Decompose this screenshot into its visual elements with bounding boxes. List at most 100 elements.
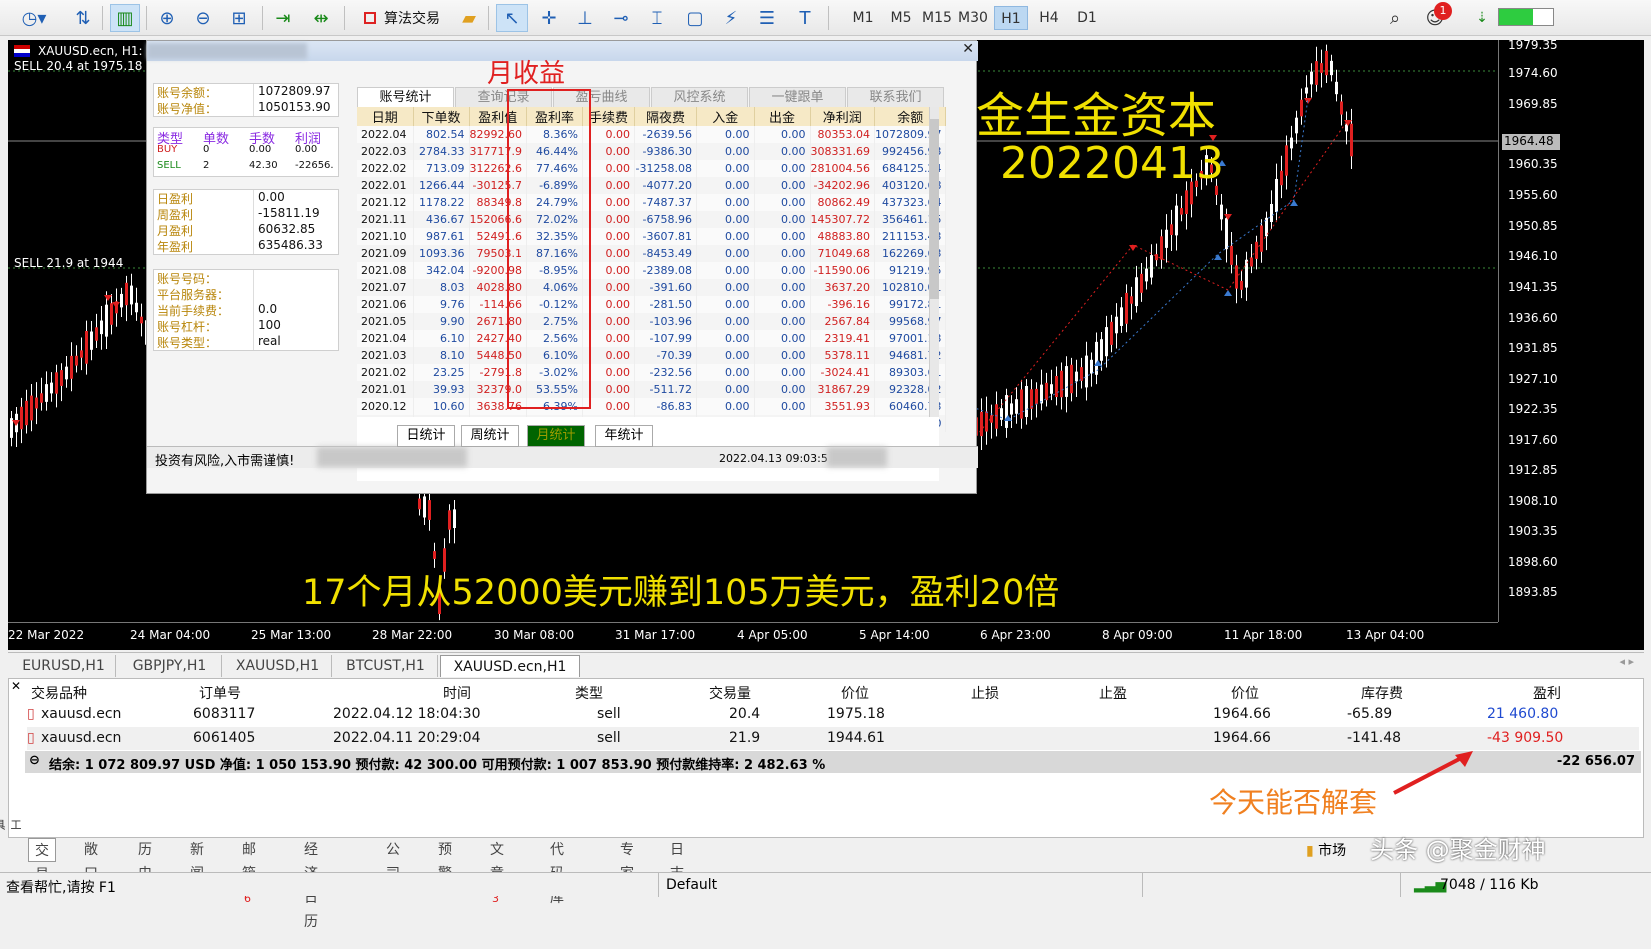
chart-tab[interactable]: XAUUSD,H1 — [224, 655, 332, 677]
bottom-tab[interactable]: 交易 — [28, 838, 56, 883]
candle-body — [423, 496, 426, 518]
candle-body — [1275, 178, 1278, 213]
bottom-tab[interactable]: 经济日历 — [304, 838, 318, 930]
fibo-icon[interactable]: ⚡ — [716, 4, 746, 32]
terminal-col-header[interactable]: 交易品种 — [31, 683, 87, 703]
table-cell: 2021.10 — [357, 228, 414, 245]
bar-chart-icon[interactable]: ▥ — [110, 4, 140, 32]
stat-value: 100 — [258, 318, 281, 332]
stat-button[interactable]: 日统计 — [397, 425, 455, 447]
rectangle-icon[interactable]: ▢ — [680, 4, 710, 32]
signal-icon[interactable]: ⇣ — [1470, 4, 1494, 32]
table-cell: 0.00 — [754, 347, 811, 364]
close-terminal-icon[interactable]: ✕ — [11, 679, 21, 693]
stat-button[interactable]: 年统计 — [595, 425, 653, 447]
table-cell: 308331.69 — [810, 143, 875, 160]
text-box-icon[interactable]: ⌶ — [642, 4, 672, 32]
horizontal-line-icon[interactable]: ⊸ — [606, 4, 636, 32]
candle-body — [80, 350, 83, 358]
candle-body — [428, 500, 431, 520]
timeframe-h1[interactable]: H1 — [994, 6, 1028, 30]
bottom-tab[interactable]: 文章3 — [490, 838, 504, 905]
time-tick: 11 Apr 18:00 — [1224, 628, 1303, 642]
candle-body — [418, 498, 421, 510]
candle-body — [30, 395, 33, 421]
table-header: 隔夜费 — [634, 107, 697, 126]
table-cell: 10.60 — [413, 398, 470, 415]
table-scrollbar[interactable] — [929, 107, 939, 417]
panel-tab[interactable]: 联系我们 — [847, 87, 944, 107]
chart-tab[interactable]: GBPJPY,H1 — [118, 655, 222, 677]
terminal-col-header[interactable]: 订单号 — [199, 683, 241, 703]
table-cell: -3024.41 — [810, 364, 875, 381]
price-tick: 1979.35 — [1508, 40, 1558, 52]
grid-icon[interactable]: ⊞ — [224, 4, 254, 32]
table-cell: 0.00 — [696, 398, 755, 415]
table-header: 出金 — [754, 107, 811, 126]
order-symbol: xauusd.ecn — [41, 730, 122, 746]
timeframe-d1[interactable]: D1 — [1070, 6, 1104, 30]
stat-row: 账号净值： 1050153.90 — [154, 100, 338, 116]
collapse-icon[interactable]: ⊖ — [29, 753, 40, 768]
order-row[interactable]: ▯ xauusd.ecn 6083117 2022.04.12 18:04:30 sel… — [27, 703, 1639, 726]
table-cell: -70.39 — [634, 347, 697, 364]
close-icon[interactable]: ✕ — [962, 41, 974, 57]
table-cell: 2567.84 — [810, 313, 875, 330]
table-cell: 2021.09 — [357, 245, 414, 262]
panel-tab[interactable]: 风控系统 — [651, 87, 748, 107]
bottom-tab[interactable]: 新闻 — [190, 838, 204, 882]
table-row: 2021.09 1093.36 79503.1 87.16% 0.00 -8453.49 0… — [357, 245, 947, 262]
algo-trading-button[interactable]: 算法交易 — [350, 4, 454, 32]
scroll-arrows-icon[interactable]: ◂ ▸ — [1619, 655, 1634, 668]
channel-icon[interactable]: ☰ — [752, 4, 782, 32]
positions-col: 利润 — [295, 132, 322, 147]
table-cell: 8.10 — [413, 347, 470, 364]
bottom-tab[interactable]: 专家 — [620, 838, 634, 882]
candle-body — [1235, 265, 1238, 289]
chart-tab[interactable]: XAUUSD.ecn,H1 — [440, 655, 580, 677]
zoom-out-icon[interactable]: ⊖ — [188, 4, 218, 32]
bottom-tab[interactable]: 日志 — [670, 838, 684, 882]
zoom-in-icon[interactable]: ⊕ — [152, 4, 182, 32]
bottom-tab[interactable]: 历史 — [138, 838, 152, 882]
vertical-line-icon[interactable]: ⊥ — [570, 4, 600, 32]
candle-body — [1165, 229, 1168, 248]
table-cell: 0.00 — [754, 143, 811, 160]
table-cell: 0.00 — [754, 398, 811, 415]
panel-tab[interactable]: 账号统计 — [357, 87, 454, 107]
chart-tab[interactable]: EURUSD,H1 — [12, 655, 116, 677]
cursor-icon[interactable]: ↖ — [496, 4, 528, 32]
bottom-tab[interactable]: 邮箱6 — [242, 838, 256, 905]
bottom-tab[interactable]: 代码库 — [550, 838, 564, 906]
positions-cell: -22656. — [295, 160, 334, 171]
market-button[interactable]: ▮ 市场 — [1306, 840, 1346, 860]
chart-tab[interactable]: BTCUST,H1 — [334, 655, 438, 677]
stat-button[interactable]: 月统计 — [527, 425, 585, 447]
positions-col: 手数 — [249, 132, 276, 147]
autoscroll-icon[interactable]: ⇥ — [268, 4, 298, 32]
timeframe-m30[interactable]: M30 — [956, 6, 990, 30]
account-box: 账号余额： 1072809.97 账号净值： 1050153.90 — [153, 83, 339, 117]
crosshair-icon[interactable]: ✛ — [534, 4, 564, 32]
table-cell: -103.96 — [634, 313, 697, 330]
candle-body — [1115, 316, 1118, 334]
timeframe-m15[interactable]: M15 — [920, 6, 954, 30]
clock-icon[interactable]: ◷▾ — [14, 4, 54, 32]
panel-tab[interactable]: 一键跟单 — [749, 87, 846, 107]
folder-icon[interactable]: ▰ — [456, 4, 482, 32]
text-icon[interactable]: T — [790, 4, 820, 32]
chart-shift-icon[interactable]: ⇹ — [306, 4, 336, 32]
bottom-tab[interactable]: 预警 — [438, 838, 452, 882]
search-icon[interactable]: ⌕ — [1380, 4, 1410, 32]
bottom-tab[interactable]: 公司 — [386, 838, 400, 882]
one-click-trade-icon[interactable]: ⇅ — [70, 4, 96, 32]
timeframe-m5[interactable]: M5 — [884, 6, 918, 30]
timeframe-m1[interactable]: M1 — [846, 6, 880, 30]
table-header: 入金 — [696, 107, 755, 126]
timeframe-h4[interactable]: H4 — [1032, 6, 1066, 30]
stat-value — [254, 270, 258, 286]
stat-button[interactable]: 周统计 — [461, 425, 519, 447]
bottom-tab[interactable]: 敞口 — [84, 838, 98, 882]
candle-body — [1125, 292, 1128, 324]
order-row[interactable]: ▯ xauusd.ecn 6061405 2022.04.11 20:29:04 sel… — [27, 727, 1639, 750]
